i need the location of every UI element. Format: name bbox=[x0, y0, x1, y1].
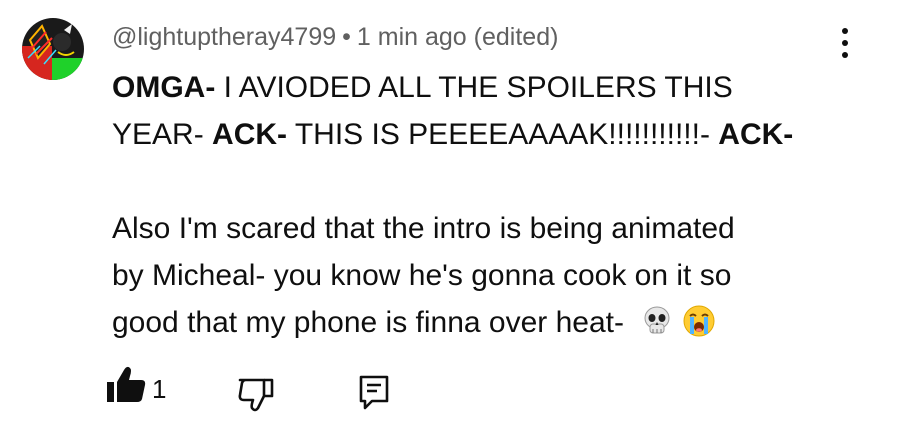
text-span: THIS IS PEEEEAAAAK!!!!!!!!!!!- bbox=[287, 118, 719, 151]
timestamp: 1 min ago (edited) bbox=[356, 23, 559, 51]
comment-line-5: good that my phone is finna over heat- bbox=[112, 299, 852, 346]
avatar[interactable] bbox=[22, 18, 84, 80]
comment-actions: 1 bbox=[104, 362, 424, 412]
text-span: I AVIODED ALL THE SPOILERS THIS bbox=[215, 71, 733, 104]
thumbs-up-filled-icon bbox=[107, 366, 146, 402]
text-span: good that my phone is finna over heat- bbox=[112, 306, 633, 339]
username[interactable]: @lightuptheray4799 bbox=[112, 23, 336, 51]
more-vertical-icon[interactable] bbox=[830, 28, 860, 68]
reply-comment-icon bbox=[359, 375, 389, 410]
comment-line-1: OMGA- I AVIODED ALL THE SPOILERS THIS bbox=[112, 64, 852, 111]
avatar-image bbox=[22, 18, 84, 80]
comment-line-3: Also I'm scared that the intro is being … bbox=[112, 212, 735, 245]
comment-line-4: by Micheal- you know he's gonna cook on … bbox=[112, 259, 732, 292]
loudly-crying-emoji bbox=[683, 305, 715, 337]
reply-button[interactable] bbox=[358, 374, 390, 415]
thumbs-down-icon bbox=[238, 378, 274, 412]
dislike-button[interactable] bbox=[236, 376, 276, 417]
meta-separator: • bbox=[342, 23, 351, 51]
like-count: 1 bbox=[152, 374, 167, 404]
comment-meta: @lightuptheray4799 • 1 min ago (edited) bbox=[112, 22, 558, 52]
bold-text: ACK- bbox=[212, 118, 288, 151]
comment-line-2: YEAR- ACK- THIS IS PEEEEAAAAK!!!!!!!!!!!… bbox=[112, 111, 852, 158]
bold-text: ACK- bbox=[718, 118, 794, 151]
skull-emoji bbox=[644, 306, 670, 334]
text-span: YEAR- bbox=[112, 118, 213, 151]
bold-text: OMGA- bbox=[112, 71, 216, 104]
comment-card: @lightuptheray4799 • 1 min ago (edited) OM… bbox=[0, 0, 900, 432]
comment-text: OMGA- I AVIODED ALL THE SPOILERS THIS YE… bbox=[112, 64, 852, 346]
like-button[interactable] bbox=[104, 362, 148, 411]
